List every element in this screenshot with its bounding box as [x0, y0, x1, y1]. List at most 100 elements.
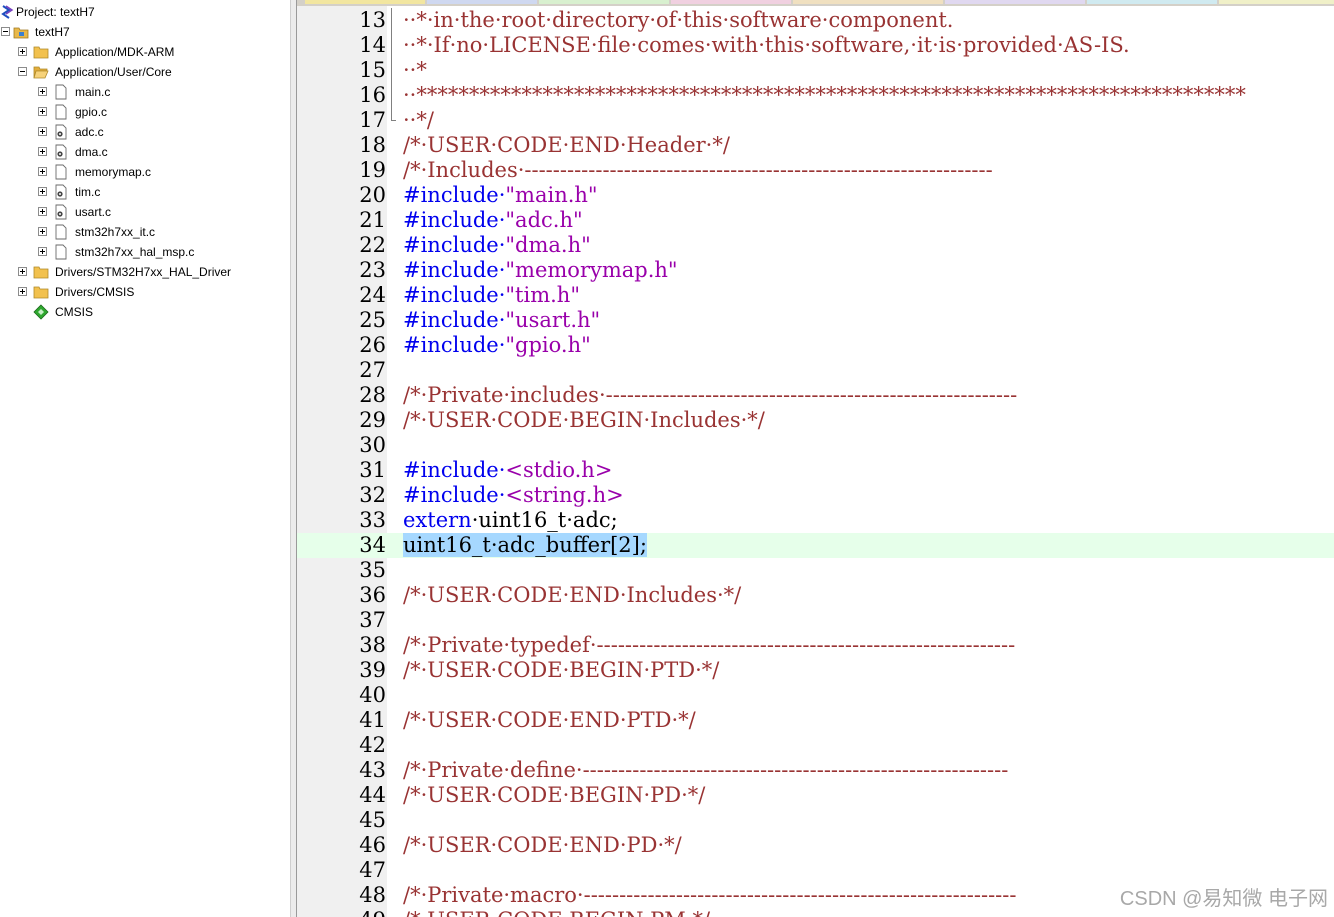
- code-line[interactable]: 21 #include·"adc.h": [297, 208, 1334, 233]
- code-line[interactable]: 23 #include·"memorymap.h": [297, 258, 1334, 283]
- code-text[interactable]: ··*·in·the·root·directory·of·this·softwa…: [403, 8, 953, 33]
- code-line[interactable]: 15 ··*: [297, 58, 1334, 83]
- code-line[interactable]: 41 /*·USER·CODE·END·PTD·*/: [297, 708, 1334, 733]
- project-tree-panel[interactable]: Project: textH7 textH7 Application/MDK-A…: [0, 0, 290, 917]
- string-token: <stdio.h>: [505, 458, 613, 482]
- code-editor[interactable]: 13 ··*·in·the·root·directory·of·this·soft…: [297, 0, 1334, 917]
- code-text[interactable]: ··*/: [403, 108, 434, 133]
- code-text[interactable]: /*·USER·CODE·END·Includes·*/: [403, 583, 741, 608]
- code-line[interactable]: 18 /*·USER·CODE·END·Header·*/: [297, 133, 1334, 158]
- code-text[interactable]: #include·<stdio.h>: [403, 458, 612, 483]
- code-line[interactable]: 43 /*·Private·define·--------------------…: [297, 758, 1334, 783]
- code-text[interactable]: /*·Private·define·----------------------…: [403, 758, 1008, 783]
- collapse-toggle-icon[interactable]: [1, 27, 10, 36]
- code-text[interactable]: #include·"memorymap.h": [403, 258, 678, 283]
- code-line[interactable]: 22 #include·"dma.h": [297, 233, 1334, 258]
- code-text[interactable]: /*·Includes·----------------------------…: [403, 158, 993, 183]
- code-line[interactable]: 47: [297, 858, 1334, 883]
- code-text[interactable]: #include·"adc.h": [403, 208, 583, 233]
- code-line[interactable]: 14 ··*·If·no·LICENSE·file·comes·with·this…: [297, 33, 1334, 58]
- folder-icon: [33, 266, 49, 279]
- code-text[interactable]: #include·"gpio.h": [403, 333, 591, 358]
- code-line[interactable]: 39 /*·USER·CODE·BEGIN·PTD·*/: [297, 658, 1334, 683]
- code-line[interactable]: 42: [297, 733, 1334, 758]
- code-line[interactable]: 46 /*·USER·CODE·END·PD·*/: [297, 833, 1334, 858]
- expand-toggle-icon[interactable]: [38, 167, 47, 176]
- code-text[interactable]: extern·uint16_t·adc;: [403, 508, 618, 533]
- target-folder-icon: [13, 27, 29, 39]
- code-text[interactable]: /*·Private·macro·-----------------------…: [403, 883, 1016, 908]
- code-text[interactable]: /*·USER·CODE·BEGIN·PM·*/: [403, 908, 710, 917]
- code-text[interactable]: #include·"usart.h": [403, 308, 600, 333]
- code-line[interactable]: 45: [297, 808, 1334, 833]
- code-line[interactable]: 36 /*·USER·CODE·END·Includes·*/: [297, 583, 1334, 608]
- editor-tab-strip[interactable]: [297, 0, 1334, 6]
- editor-tab[interactable]: [793, 0, 943, 4]
- expand-toggle-icon[interactable]: [38, 207, 47, 216]
- code-text[interactable]: /*·USER·CODE·BEGIN·Includes·*/: [403, 408, 765, 433]
- code-line[interactable]: 26 #include·"gpio.h": [297, 333, 1334, 358]
- code-line[interactable]: 34 uint16_t·adc_buffer[2];: [297, 533, 1334, 558]
- code-line[interactable]: 13 ··*·in·the·root·directory·of·this·soft…: [297, 8, 1334, 33]
- code-line[interactable]: 33 extern·uint16_t·adc;: [297, 508, 1334, 533]
- editor-tab[interactable]: [539, 0, 669, 4]
- code-text[interactable]: ··*·If·no·LICENSE·file·comes·with·this·s…: [403, 33, 1130, 58]
- code-line[interactable]: 32 #include·<string.h>: [297, 483, 1334, 508]
- code-line[interactable]: 38 /*·Private·typedef·-------------------…: [297, 633, 1334, 658]
- code-line[interactable]: 17 ··*/: [297, 108, 1334, 133]
- editor-tab[interactable]: [1219, 0, 1334, 4]
- code-line[interactable]: 25 #include·"usart.h": [297, 308, 1334, 333]
- code-text[interactable]: /*·USER·CODE·BEGIN·PD·*/: [403, 783, 705, 808]
- expand-toggle-icon[interactable]: [38, 187, 47, 196]
- expand-toggle-icon[interactable]: [38, 247, 47, 256]
- expand-toggle-icon[interactable]: [38, 147, 47, 156]
- code-line[interactable]: 24 #include·"tim.h": [297, 283, 1334, 308]
- code-text[interactable]: /*·USER·CODE·END·PD·*/: [403, 833, 682, 858]
- code-line[interactable]: 37: [297, 608, 1334, 633]
- editor-tab[interactable]: [945, 0, 1085, 4]
- comment-token: /*·USER·CODE·END·PD·*/: [403, 833, 682, 857]
- code-text[interactable]: /*·Private·includes·--------------------…: [403, 383, 1017, 408]
- code-text[interactable]: #include·"dma.h": [403, 233, 591, 258]
- editor-tab[interactable]: [1087, 0, 1217, 4]
- code-line[interactable]: 27: [297, 358, 1334, 383]
- code-line[interactable]: 30: [297, 433, 1334, 458]
- file-gear-icon: [55, 124, 67, 140]
- code-line[interactable]: 16 ··************************************…: [297, 83, 1334, 108]
- code-line[interactable]: 35: [297, 558, 1334, 583]
- code-line[interactable]: 28 /*·Private·includes·------------------…: [297, 383, 1334, 408]
- code-text[interactable]: uint16_t·adc_buffer[2];: [403, 533, 647, 558]
- line-number: 15: [359, 58, 386, 82]
- code-line[interactable]: 19 /*·Includes·--------------------------…: [297, 158, 1334, 183]
- editor-tab[interactable]: [671, 0, 791, 4]
- file-icon: [55, 164, 67, 180]
- collapse-toggle-icon[interactable]: [18, 67, 27, 76]
- line-number: 24: [359, 283, 386, 307]
- panel-splitter[interactable]: [290, 0, 297, 917]
- code-text[interactable]: #include·"main.h": [403, 183, 598, 208]
- expand-toggle-icon[interactable]: [18, 47, 27, 56]
- code-text[interactable]: #include·<string.h>: [403, 483, 624, 508]
- code-text[interactable]: /*·USER·CODE·END·Header·*/: [403, 133, 730, 158]
- editor-tab[interactable]: [305, 0, 425, 4]
- code-text[interactable]: #include·"tim.h": [403, 283, 580, 308]
- expand-toggle-icon[interactable]: [38, 227, 47, 236]
- expand-toggle-icon[interactable]: [38, 87, 47, 96]
- expand-toggle-icon[interactable]: [18, 287, 27, 296]
- code-text[interactable]: ··**************************************…: [403, 83, 1246, 108]
- code-text[interactable]: ··*: [403, 58, 427, 83]
- code-line[interactable]: 20 #include·"main.h": [297, 183, 1334, 208]
- expand-toggle-icon[interactable]: [38, 107, 47, 116]
- comment-token: /*·Private·typedef·---------------------…: [403, 633, 1016, 657]
- code-line[interactable]: 44 /*·USER·CODE·BEGIN·PD·*/: [297, 783, 1334, 808]
- code-text[interactable]: /*·USER·CODE·BEGIN·PTD·*/: [403, 658, 719, 683]
- line-number: 29: [359, 408, 386, 432]
- expand-toggle-icon[interactable]: [38, 127, 47, 136]
- code-line[interactable]: 40: [297, 683, 1334, 708]
- code-text[interactable]: /*·USER·CODE·END·PTD·*/: [403, 708, 696, 733]
- editor-tab[interactable]: [427, 0, 537, 4]
- code-line[interactable]: 29 /*·USER·CODE·BEGIN·Includes·*/: [297, 408, 1334, 433]
- expand-toggle-icon[interactable]: [18, 267, 27, 276]
- code-text[interactable]: /*·Private·typedef·---------------------…: [403, 633, 1015, 658]
- code-line[interactable]: 31 #include·<stdio.h>: [297, 458, 1334, 483]
